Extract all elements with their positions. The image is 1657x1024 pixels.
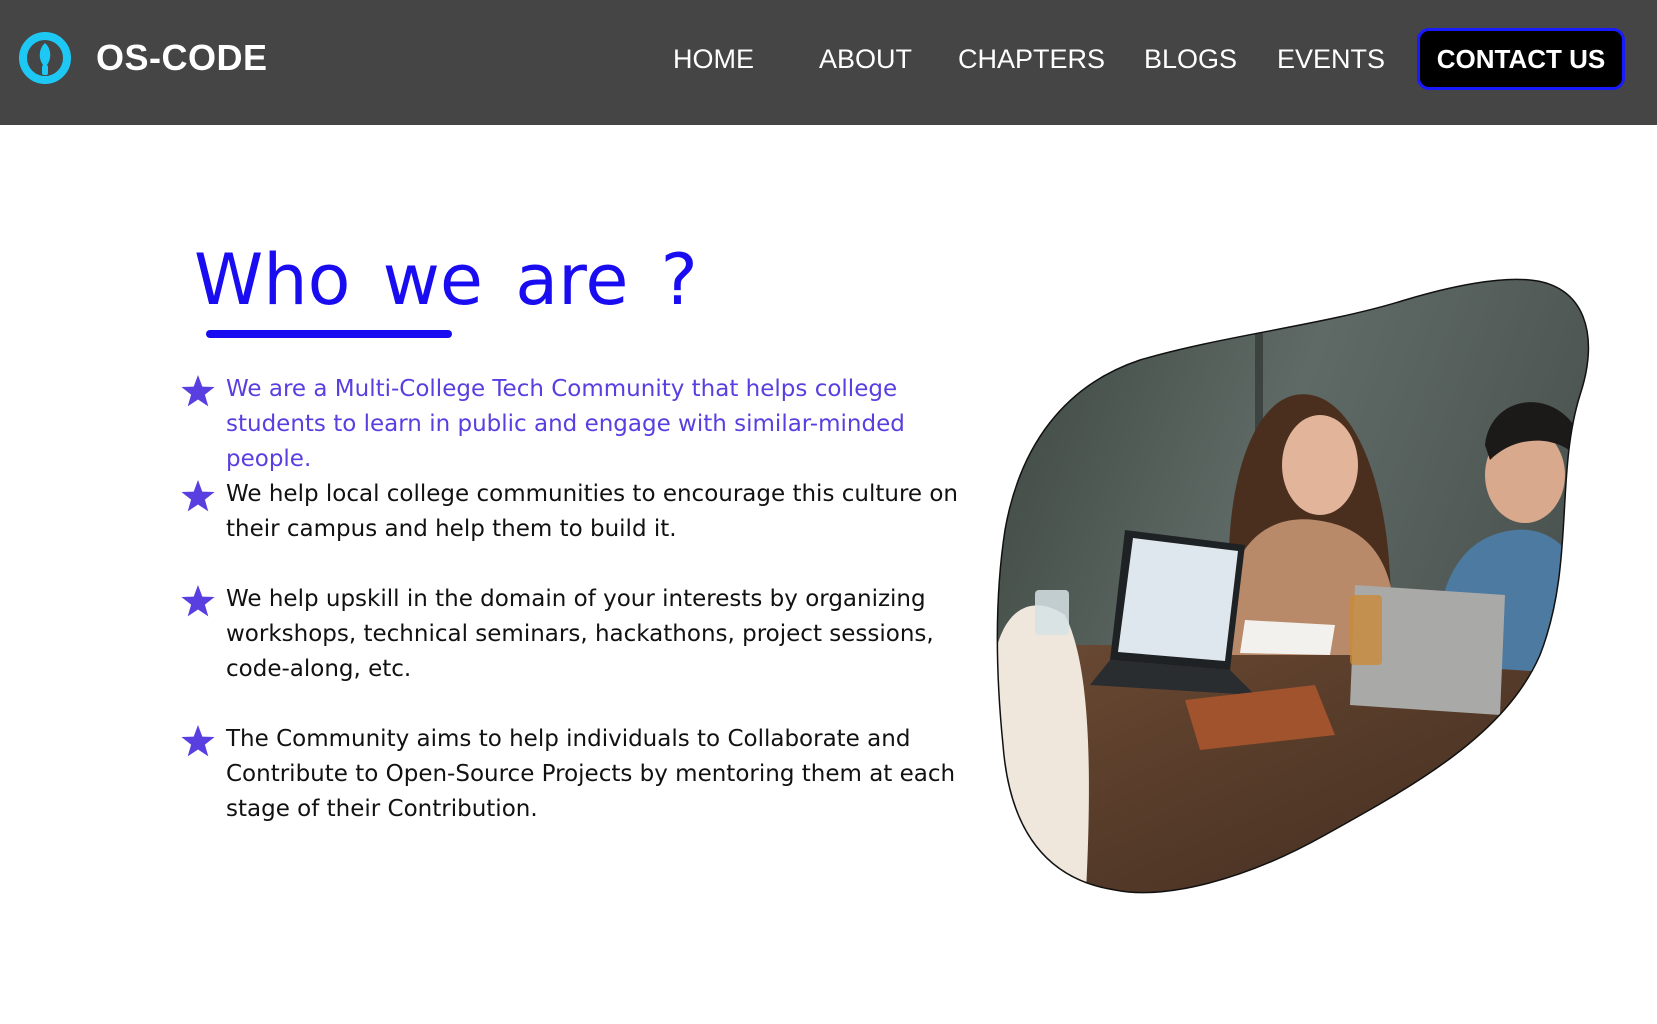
title-underline xyxy=(206,330,452,338)
star-icon xyxy=(181,480,215,512)
os-code-logo-icon xyxy=(19,32,71,84)
contact-us-button[interactable]: CONTACT US xyxy=(1417,28,1625,90)
nav-chapters-link[interactable]: CHAPTERS xyxy=(958,40,1105,78)
star-icon xyxy=(181,375,215,407)
star-icon xyxy=(181,725,215,757)
nav-events-link[interactable]: EVENTS xyxy=(1277,40,1385,78)
bullet-text: We help local college communities to enc… xyxy=(226,481,959,542)
nav-blogs-link[interactable]: BLOGS xyxy=(1144,40,1237,78)
bullet-text: We help upskill in the domain of your in… xyxy=(226,586,934,682)
nav-home-link[interactable]: HOME xyxy=(673,40,754,78)
brand-name: OS-CODE xyxy=(96,37,268,78)
page: OS-CODE HOME ABOUT CHAPTERS BLOGS EVENTS… xyxy=(0,0,1657,1024)
bullet-text: We are a Multi-College Tech Community th… xyxy=(226,376,905,472)
brand-link[interactable]: OS-CODE xyxy=(18,32,268,84)
team-photo-blob xyxy=(996,278,1590,894)
star-icon xyxy=(181,585,215,617)
bullet-text: The Community aims to help individuals t… xyxy=(226,726,956,822)
section-title: Who we are ? xyxy=(194,239,698,321)
top-navbar: OS-CODE HOME ABOUT CHAPTERS BLOGS EVENTS… xyxy=(0,0,1657,125)
nav-about-link[interactable]: ABOUT xyxy=(819,40,912,78)
